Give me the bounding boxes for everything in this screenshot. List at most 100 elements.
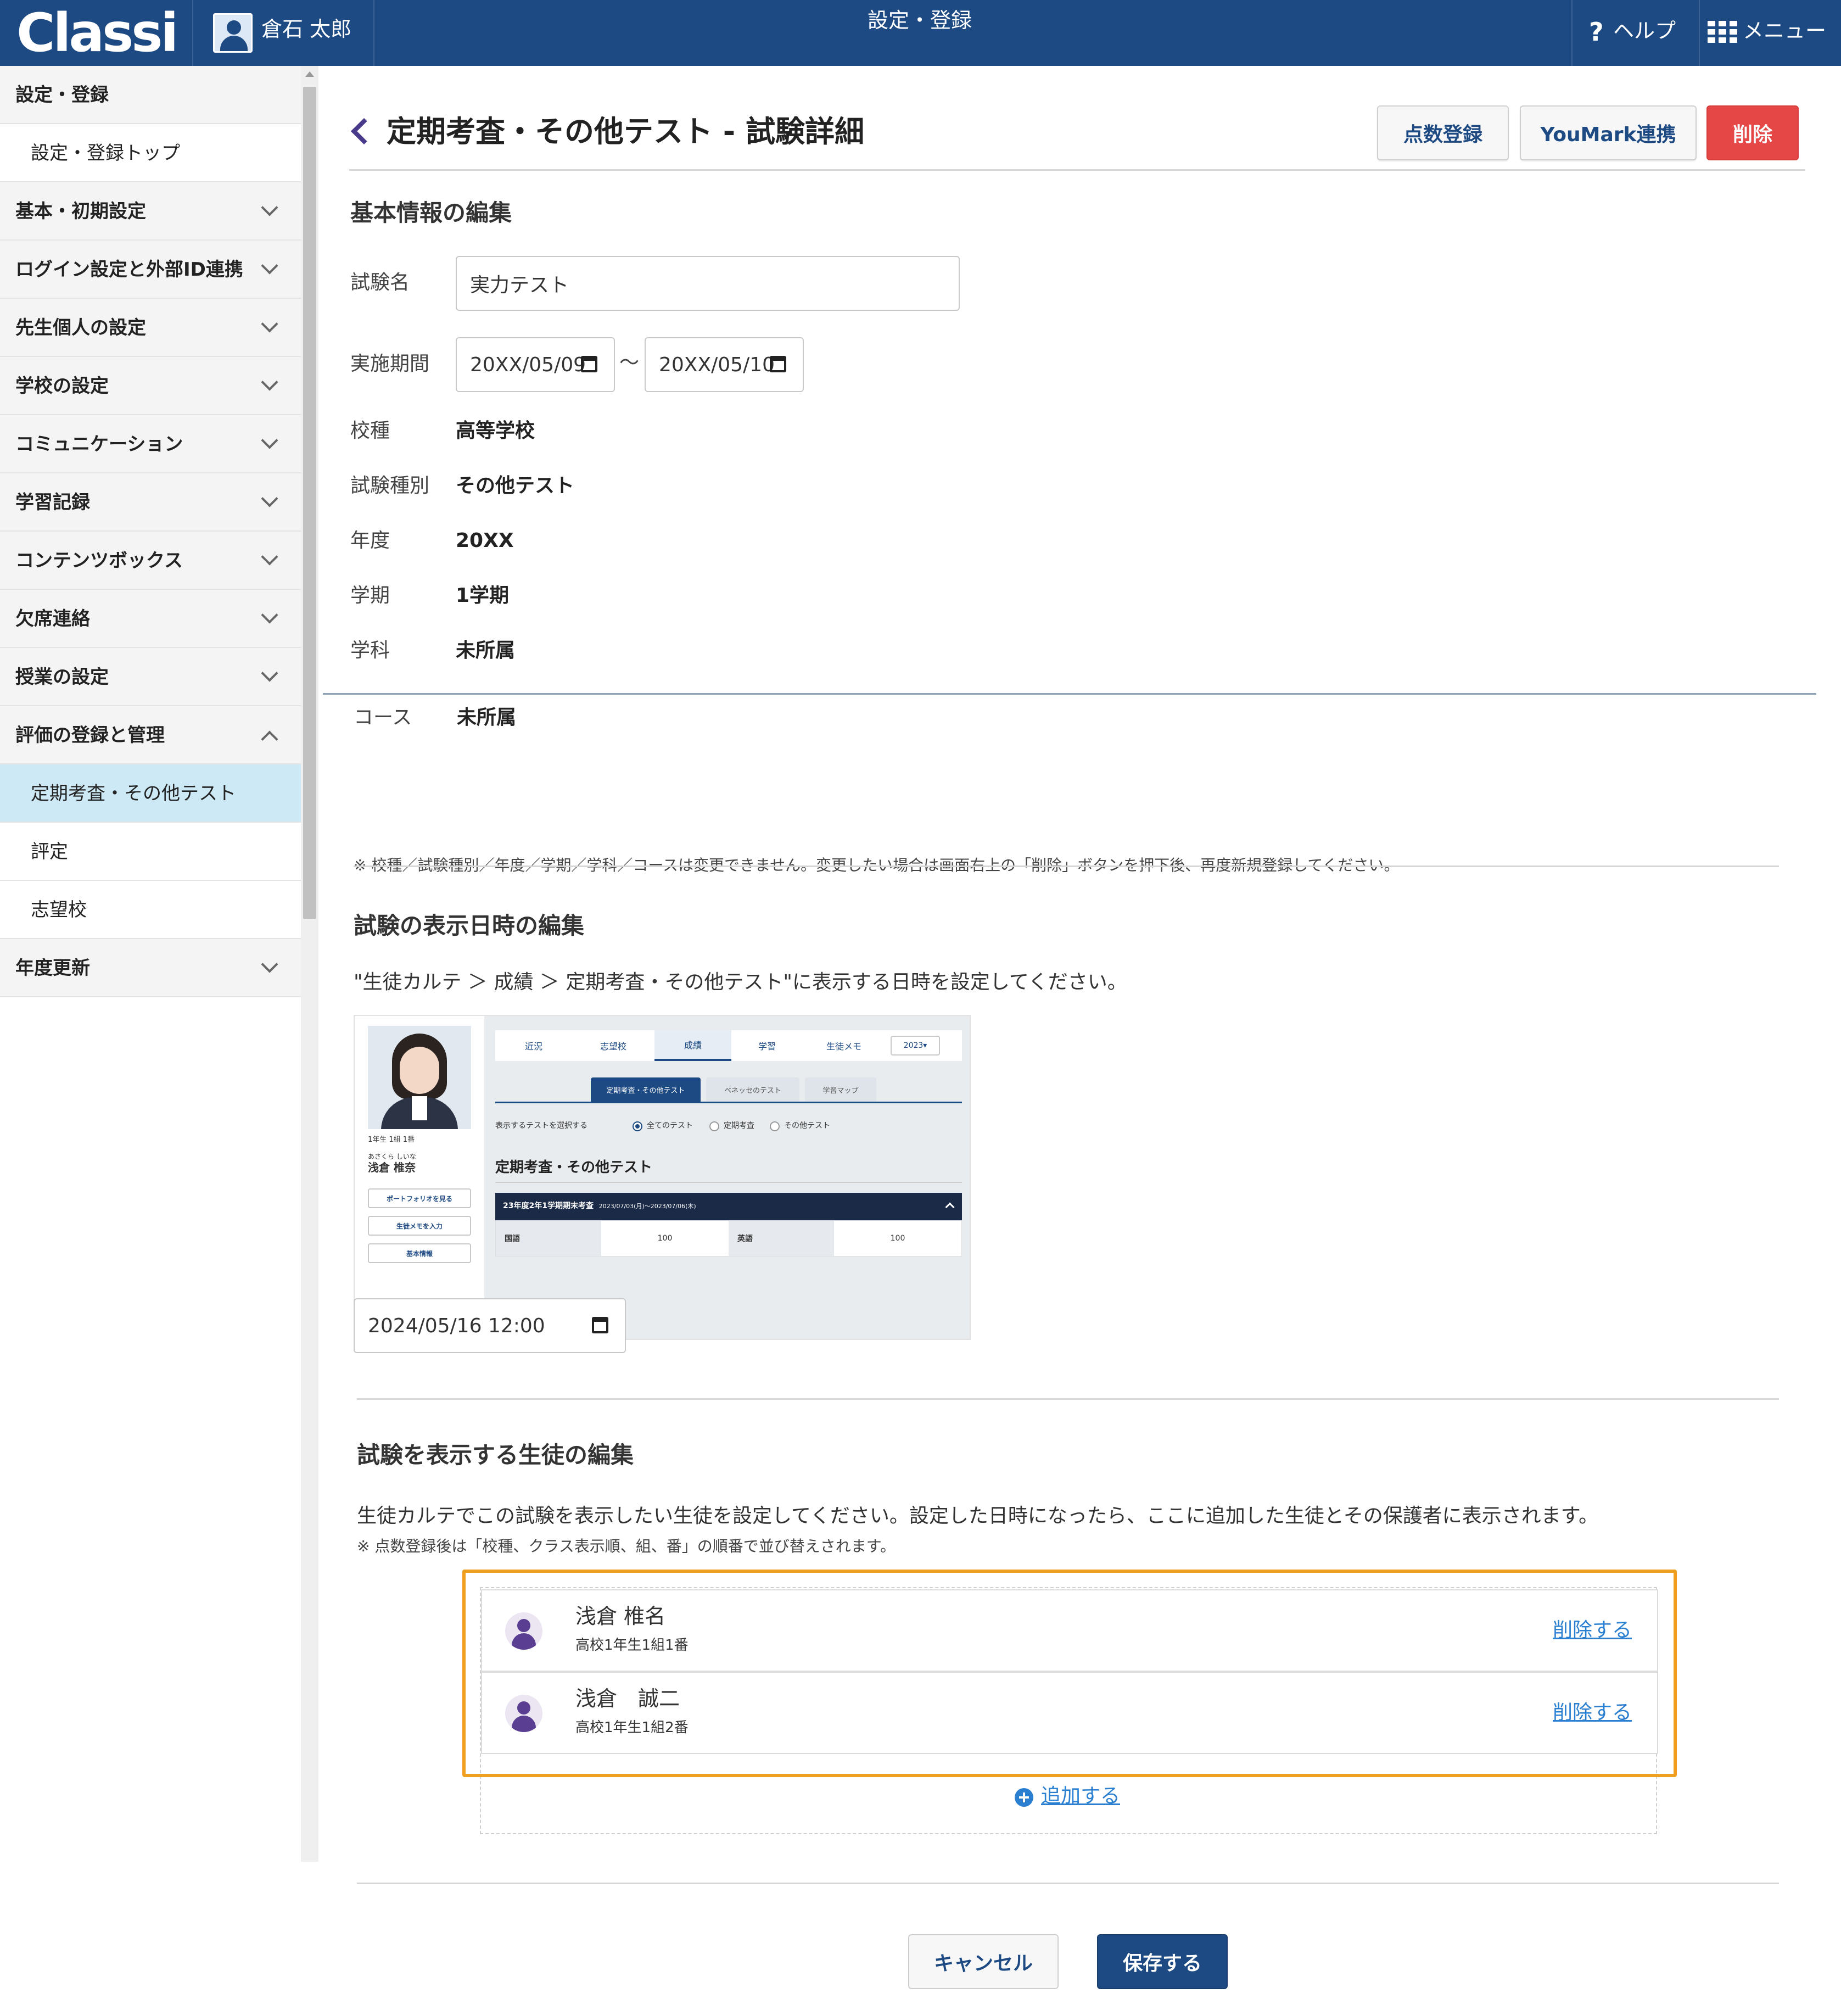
page-title: 定期考査・その他テスト - 試験詳細 [387, 114, 865, 149]
exam-name-label: 試験名 [350, 271, 410, 294]
sidebar-item[interactable]: 先生個人の設定 [0, 299, 301, 357]
info-label: 年度 [350, 529, 390, 552]
chevron-down-icon[interactable] [261, 257, 278, 275]
info-value: その他テスト [456, 474, 575, 497]
period-start-input[interactable]: 20XX/05/09 [456, 337, 615, 392]
divider [354, 865, 1779, 867]
sidebar-item[interactable]: 設定・登録トップ [0, 124, 301, 182]
preview-student-panel: 1年生 1組 1番 あさくら しいな 浅倉 椎奈 ポートフォリオを見る 生徒メモ… [355, 1016, 484, 1339]
sidebar-item[interactable]: 基本・初期設定 [0, 182, 301, 241]
preview-memo-button: 生徒メモを入力 [368, 1216, 471, 1236]
chevron-down-icon[interactable] [261, 373, 278, 391]
chevron-down-icon[interactable] [261, 606, 278, 624]
preview-score: 100 [657, 1234, 673, 1243]
divider [323, 693, 1816, 695]
highlight-box [462, 1570, 1677, 1777]
preview-exam-title: 23年度2年1学期期末考査 2023/07/03(月)〜2023/07/06(木… [503, 1199, 696, 1213]
logo-wordmark: Classi [16, 2, 178, 64]
chevron-down-icon[interactable] [261, 315, 278, 333]
preview-exam-name: 23年度2年1学期期末考査 [503, 1202, 594, 1210]
user-name: 倉石 太郎 [261, 17, 352, 41]
chevron-up-icon [945, 1202, 955, 1212]
preview-kana: あさくら しいな [368, 1153, 416, 1160]
preview-divider [495, 1182, 962, 1183]
save-button[interactable]: 保存する [1097, 1934, 1228, 1989]
calendar-icon[interactable] [581, 356, 597, 372]
sidebar-item-label: 評価の登録と管理 [15, 724, 165, 746]
period-end-input[interactable]: 20XX/05/10 [645, 337, 804, 392]
sidebar-item-label: 先生個人の設定 [15, 317, 146, 339]
sidebar-item-label: 欠席連絡 [15, 608, 90, 630]
sidebar-item[interactable]: 評価の登録と管理 [0, 706, 301, 764]
preview-score-row: 国語 100 英語 100 [495, 1220, 962, 1256]
chevron-down-icon[interactable] [261, 432, 278, 449]
info-label: 試験種別 [350, 474, 430, 497]
preview-radio-label: 定期考査 [724, 1121, 754, 1130]
sidebar-item-label: 設定・登録 [15, 84, 109, 106]
chevron-down-icon[interactable] [261, 956, 278, 973]
period-label: 実施期間 [350, 353, 430, 375]
youmark-link-button[interactable]: YouMark連携 [1520, 105, 1697, 160]
preview-subtab: 学習マップ [805, 1077, 876, 1102]
sidebar-item[interactable]: 授業の設定 [0, 648, 301, 706]
preview-subject: 国語 [496, 1221, 601, 1256]
score-register-button[interactable]: 点数登録 [1377, 105, 1509, 160]
display-date-title: 試験の表示日時の編集 [354, 912, 585, 939]
preview-year-select: 2023▾ [891, 1036, 940, 1056]
scroll-up-arrow-icon[interactable] [305, 71, 314, 77]
cancel-button[interactable]: キャンセル [908, 1934, 1059, 1989]
chevron-down-icon[interactable] [261, 199, 278, 216]
calendar-icon[interactable] [770, 356, 786, 372]
period-start-value: 20XX/05/09 [470, 353, 586, 376]
back-chevron-icon[interactable] [350, 118, 378, 145]
preview-radio [709, 1121, 719, 1131]
calendar-icon[interactable] [592, 1317, 608, 1333]
sidebar-item[interactable]: 志望校 [0, 881, 301, 939]
sidebar-item-label: ログイン設定と外部ID連携 [15, 259, 243, 281]
help-icon: ? [1589, 17, 1604, 47]
students-note: ※ 点数登録後は「校種、クラス表示順、組、番」の順番で並び替えされます。 [357, 1537, 896, 1555]
chevron-up-icon[interactable] [261, 730, 278, 748]
info-value: 未所属 [457, 706, 517, 729]
classi-logo[interactable]: Classi [0, 0, 193, 66]
sidebar-item[interactable]: ログイン設定と外部ID連携 [0, 241, 301, 299]
sidebar-item-label: コンテンツボックス [15, 550, 183, 572]
add-circle-icon[interactable] [1015, 1788, 1033, 1807]
preview-radio [770, 1121, 780, 1131]
preview-exam-dates: 2023/07/03(月)〜2023/07/06(木) [598, 1203, 696, 1210]
user-menu[interactable]: 倉石 太郎 [193, 0, 374, 66]
chevron-down-icon[interactable] [261, 664, 278, 682]
preview-basic-info-button: 基本情報 [368, 1243, 471, 1263]
divider [357, 1398, 1779, 1400]
scrollbar-thumb[interactable] [303, 87, 316, 919]
help-label: ヘルプ [1613, 19, 1676, 43]
sidebar-item[interactable]: 評定 [0, 823, 301, 881]
preview-radio-label: 全てのテスト [647, 1121, 693, 1130]
delete-button[interactable]: 削除 [1706, 105, 1799, 160]
students-description: 生徒カルテでこの試験を表示したい生徒を設定してください。設定した日時になったら、… [357, 1505, 1599, 1527]
sidebar-item[interactable]: 設定・登録 [0, 66, 301, 124]
help-button[interactable]: ? ヘルプ [1571, 0, 1699, 66]
period-end-value: 20XX/05/10 [659, 353, 775, 376]
sidebar-item[interactable]: 定期考査・その他テスト [0, 764, 301, 823]
sidebar-item[interactable]: 年度更新 [0, 939, 301, 997]
add-student-link[interactable]: 追加する [1041, 1783, 1120, 1810]
sidebar-item[interactable]: 学校の設定 [0, 357, 301, 415]
sidebar-item[interactable]: コンテンツボックス [0, 532, 301, 590]
sidebar-item-label: コミュニケーション [15, 433, 183, 455]
top-title: 設定・登録 [867, 8, 972, 32]
chevron-down-icon[interactable] [261, 548, 278, 566]
sidebar-item[interactable]: 欠席連絡 [0, 590, 301, 648]
basic-info-title: 基本情報の編集 [350, 199, 512, 226]
display-datetime-input[interactable]: 2024/05/16 12:00 [354, 1298, 626, 1353]
menu-button[interactable]: メニュー [1699, 0, 1841, 66]
chevron-down-icon[interactable] [261, 490, 278, 507]
preview-tab-bar: 近況 志望校 成績 学習 生徒メモ 2023▾ [495, 1030, 962, 1061]
sidebar-item[interactable]: コミュニケーション [0, 415, 301, 473]
sidebar-item[interactable]: 学習記録 [0, 473, 301, 532]
logo-text: Classi [16, 2, 178, 64]
info-value: 1学期 [456, 584, 510, 607]
info-value: 高等学校 [456, 420, 535, 442]
sidebar-scrollbar[interactable] [301, 66, 318, 1862]
exam-name-input[interactable]: 実力テスト [456, 256, 960, 311]
